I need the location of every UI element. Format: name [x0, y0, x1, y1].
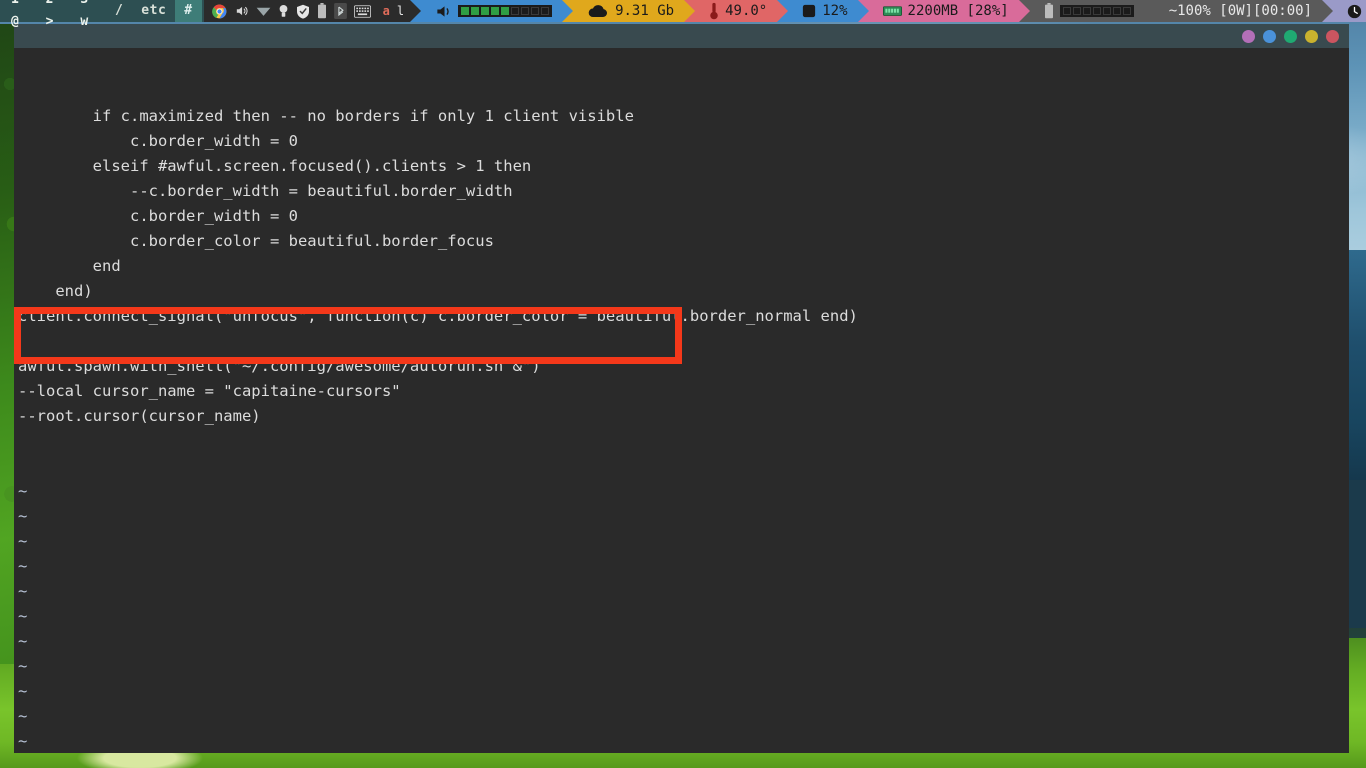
empty-line-marker: ~: [18, 607, 28, 625]
battery-icon[interactable]: [317, 3, 327, 19]
cpu-widget[interactable]: 12%: [788, 0, 858, 22]
cloud-icon: [587, 4, 609, 19]
wifi-icon[interactable]: [256, 5, 271, 18]
code-line: --c.border_width = beautiful.border_widt…: [18, 182, 513, 200]
temp-widget-value: 49.0°: [725, 3, 768, 19]
empty-line-marker: ~: [18, 632, 28, 650]
empty-line-marker: ~: [18, 582, 28, 600]
disk-widget-value: 9.31 Gb: [615, 3, 675, 19]
code-line: elseif #awful.screen.focused().clients >…: [18, 157, 532, 175]
keyboard-icon[interactable]: [353, 4, 371, 18]
progress-meter: [458, 5, 553, 17]
lightbulb-icon[interactable]: [278, 4, 289, 19]
empty-line-marker: ~: [18, 507, 28, 525]
memory-widget-value: 2200MB [28%]: [907, 3, 1009, 19]
tag-1[interactable]: 1-@: [2, 0, 37, 33]
empty-line-marker: ~: [18, 532, 28, 550]
clock-widget[interactable]: Mon 04 Mar 11:30: [1333, 0, 1366, 22]
thermometer-icon: [709, 2, 719, 20]
ontop-button[interactable]: [1263, 29, 1276, 43]
code-line: --local cursor_name = "capitaine-cursors…: [18, 382, 401, 400]
tag-list: 1-@2->3-w/etc#: [0, 0, 204, 29]
code-line: if c.maximized then -- no borders if onl…: [18, 107, 634, 125]
tag-etc[interactable]: etc: [132, 0, 175, 22]
terminal-content[interactable]: if c.maximized then -- no borders if onl…: [14, 48, 1349, 753]
empty-line-marker: ~: [18, 557, 28, 575]
widget-separator: [1018, 0, 1030, 22]
clock-icon: [1347, 4, 1362, 19]
memory-widget[interactable]: 2200MB [28%]: [868, 0, 1019, 22]
close-button[interactable]: [1326, 29, 1339, 43]
keyboard-layout-box[interactable]: a l: [378, 0, 411, 22]
speaker-icon: [435, 4, 452, 19]
layout-indicator-label: l: [396, 4, 405, 18]
code-line: --root.cursor(cursor_name): [18, 407, 261, 425]
code-line: end): [18, 282, 93, 300]
tag-2[interactable]: 2->: [37, 0, 72, 33]
battery-widget[interactable]: [1029, 0, 1144, 22]
code-line: c.border_width = 0: [18, 207, 298, 225]
cpu-widget-value: 12%: [822, 3, 848, 19]
bluetooth-icon[interactable]: [333, 3, 347, 19]
code-line: c.border_width = 0: [18, 132, 298, 150]
widget-separator: [562, 0, 574, 22]
cpu-icon: [802, 4, 816, 18]
floating-button[interactable]: [1284, 29, 1297, 43]
empty-line-marker: ~: [18, 482, 28, 500]
widget-separator: [1322, 0, 1333, 22]
widget-separator: [1143, 0, 1155, 22]
shield-icon[interactable]: [296, 4, 310, 19]
tag-[interactable]: /: [106, 0, 132, 22]
power-widget[interactable]: ~100% [0W][00:00]: [1154, 0, 1322, 22]
code-line: end: [18, 257, 121, 275]
code-line: c.border_color = beautiful.border_focus: [18, 232, 494, 250]
status-widgets: 9.31 Gb 49.0° 12% 2200MB [28%] ~100% [0W][00…: [410, 0, 1366, 22]
maximize-button[interactable]: [1305, 29, 1318, 43]
progress-meter: [1059, 5, 1134, 17]
code-line: client.connect_signal("unfocus", functio…: [18, 307, 858, 325]
widget-separator: [777, 0, 789, 22]
power-widget-value: ~100% [0W][00:00]: [1168, 3, 1312, 19]
empty-line-marker: ~: [18, 657, 28, 675]
battery-icon: [1044, 3, 1054, 19]
sticky-button[interactable]: [1242, 29, 1255, 43]
widget-separator: [684, 0, 696, 22]
empty-line-marker: ~: [18, 732, 28, 750]
code-line: awful.spawn.with_shell("~/.config/awesom…: [18, 357, 541, 375]
tag-3w[interactable]: 3-w: [71, 0, 106, 33]
terminal-window[interactable]: if c.maximized then -- no borders if onl…: [14, 24, 1349, 753]
ram-icon: [882, 5, 902, 18]
volume-widget[interactable]: [421, 0, 563, 22]
terminal-titlebar[interactable]: [14, 24, 1349, 48]
chrome-icon[interactable]: [211, 4, 227, 19]
system-tray: [203, 0, 379, 22]
empty-line-marker: ~: [18, 682, 28, 700]
tag-[interactable]: #: [175, 0, 202, 22]
taskbar: 1-@2->3-w/etc# a l 9.31 Gb 49.0° 12% 2200MB…: [0, 0, 1366, 29]
widget-separator: [857, 0, 869, 22]
volume-icon[interactable]: [234, 4, 249, 18]
keyboard-layout-label: a: [382, 4, 390, 18]
empty-line-marker: ~: [18, 707, 28, 725]
disk-widget[interactable]: 9.31 Gb: [573, 0, 685, 22]
temp-widget[interactable]: 49.0°: [695, 0, 778, 22]
widget-separator: [410, 0, 422, 22]
